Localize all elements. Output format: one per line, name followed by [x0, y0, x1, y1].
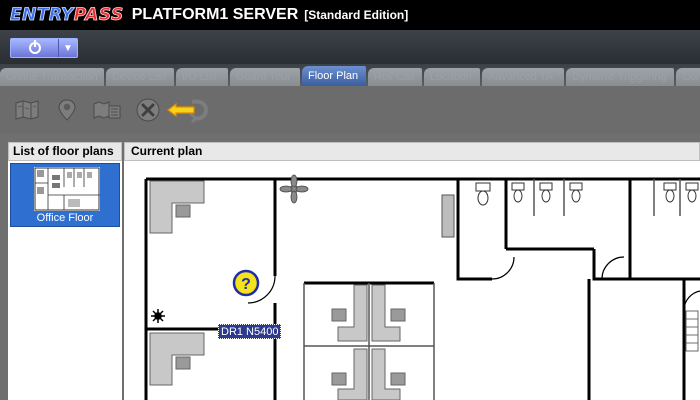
tab-device-list[interactable]: Device List — [106, 68, 174, 86]
arrow-icon[interactable] — [166, 96, 210, 124]
tab-bar: Online Transaction Device List I/O List … — [0, 64, 700, 86]
tab-advanced-ta[interactable]: Advanced TA — [482, 68, 564, 86]
floor-plan-thumbnail — [34, 167, 100, 211]
chevron-down-icon[interactable]: ▼ — [59, 39, 77, 57]
floor-plan-item-office-floor[interactable]: Office Floor — [10, 163, 120, 227]
tab-floor-plan[interactable]: Floor Plan — [302, 66, 366, 86]
floor-list-icon[interactable] — [92, 96, 122, 124]
door-label[interactable]: DR1 N5400 — [218, 324, 282, 339]
logo-text-pass: PASS — [73, 5, 124, 26]
current-plan-header: Current plan — [124, 142, 700, 161]
entrypass-logo: ENTRY PASS — [10, 5, 124, 26]
floor-plan-icon[interactable] — [12, 96, 42, 124]
title-bar: ENTRY PASS PLATFORM1 SERVER [Standard Edi… — [0, 0, 700, 30]
floor-plan-item-label: Office Floor — [36, 212, 94, 224]
logo-text-entry: ENTRY — [10, 5, 74, 26]
close-icon[interactable] — [133, 96, 163, 124]
power-menu-button[interactable]: ▼ — [10, 38, 78, 58]
door-status-icon[interactable]: ? — [232, 269, 260, 297]
current-plan-panel: Current plan ? DR1 N5400 — [124, 142, 700, 400]
floor-plan-canvas[interactable]: ? DR1 N5400 — [124, 161, 700, 400]
tab-roll-call[interactable]: Roll Call — [368, 68, 422, 86]
floor-plan-list-header: List of floor plans — [8, 142, 122, 161]
menu-bar: ▼ — [0, 30, 700, 64]
tab-dynamic-triggering[interactable]: Dynamic Triggering — [566, 68, 674, 86]
power-icon[interactable] — [11, 39, 59, 57]
tab-online-transaction[interactable]: Online Transaction — [0, 68, 104, 86]
tab-con[interactable]: Con — [676, 68, 700, 86]
floor-plan-list-panel: List of floor plans Office Floor — [8, 142, 122, 400]
edition-label: [Standard Edition] — [304, 8, 409, 22]
app-title: PLATFORM1 SERVER — [131, 6, 299, 23]
door-status-glyph: ? — [241, 276, 251, 293]
tab-location[interactable]: Location — [424, 68, 480, 86]
location-pin-icon[interactable] — [52, 96, 82, 124]
tab-guard-tour[interactable]: Guard Tour — [230, 68, 300, 86]
toolbar — [0, 86, 700, 134]
tab-io-list[interactable]: I/O List — [176, 68, 228, 86]
